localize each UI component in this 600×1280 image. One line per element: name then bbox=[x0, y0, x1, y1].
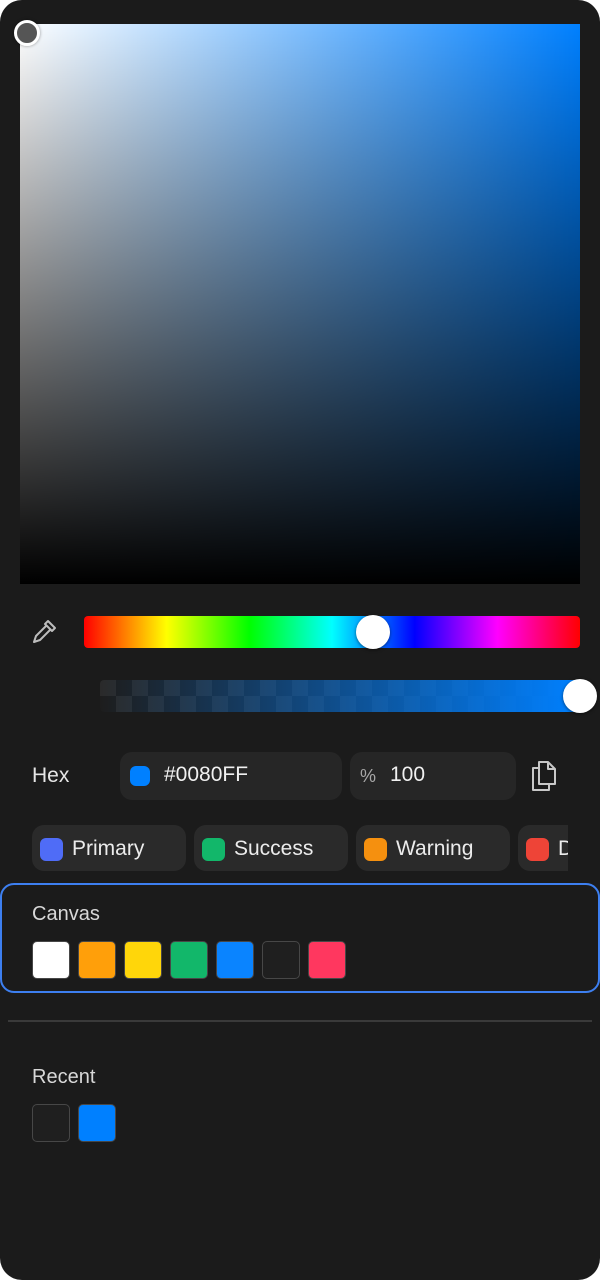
theme-color-chips: Primary Success Warning Danger bbox=[32, 825, 568, 873]
theme-chip-label: Success bbox=[234, 837, 314, 860]
theme-chip-label: Primary bbox=[72, 837, 145, 860]
hex-input[interactable]: #0080FF bbox=[120, 752, 342, 800]
canvas-swatch[interactable] bbox=[124, 941, 162, 979]
hue-slider[interactable] bbox=[84, 616, 580, 648]
canvas-swatch-row bbox=[32, 941, 346, 979]
hex-label: Hex bbox=[32, 764, 70, 787]
canvas-swatch[interactable] bbox=[32, 941, 70, 979]
canvas-swatch[interactable] bbox=[262, 941, 300, 979]
theme-chip-success[interactable]: Success bbox=[194, 825, 348, 871]
theme-chip-swatch bbox=[526, 838, 549, 861]
alpha-input[interactable]: % 100 bbox=[350, 752, 516, 800]
canvas-swatch[interactable] bbox=[170, 941, 208, 979]
theme-chip-swatch bbox=[202, 838, 225, 861]
alpha-slider[interactable] bbox=[100, 680, 580, 712]
recent-swatch[interactable] bbox=[32, 1104, 70, 1142]
canvas-swatch[interactable] bbox=[308, 941, 346, 979]
recent-swatch[interactable] bbox=[78, 1104, 116, 1142]
theme-chip-label: Danger bbox=[558, 837, 568, 860]
canvas-swatch[interactable] bbox=[78, 941, 116, 979]
canvas-colors-section: Canvas bbox=[0, 883, 600, 993]
percent-sign: % bbox=[360, 766, 377, 786]
divider bbox=[8, 1020, 592, 1022]
theme-chip-swatch bbox=[364, 838, 387, 861]
theme-chip-warning[interactable]: Warning bbox=[356, 825, 510, 871]
eyedropper-icon[interactable] bbox=[29, 617, 59, 647]
theme-chip-primary[interactable]: Primary bbox=[32, 825, 186, 871]
theme-chip-swatch bbox=[40, 838, 63, 861]
saturation-brightness-handle[interactable] bbox=[14, 20, 40, 46]
canvas-title: Canvas bbox=[32, 903, 100, 925]
saturation-brightness-area[interactable] bbox=[20, 24, 580, 584]
theme-chip-danger[interactable]: Danger bbox=[518, 825, 568, 871]
recent-title: Recent bbox=[32, 1066, 96, 1088]
current-color-swatch bbox=[130, 766, 150, 786]
hex-value[interactable]: #0080FF bbox=[164, 763, 248, 787]
theme-chip-label: Warning bbox=[396, 837, 474, 860]
alpha-value[interactable]: 100 bbox=[390, 763, 425, 787]
copy-icon[interactable] bbox=[530, 760, 558, 792]
color-picker-panel: Hex #0080FF % 100 Primary Success Warnin… bbox=[0, 0, 600, 1280]
alpha-gradient bbox=[100, 680, 580, 712]
canvas-swatch[interactable] bbox=[216, 941, 254, 979]
recent-swatch-row bbox=[32, 1104, 116, 1142]
alpha-slider-thumb[interactable] bbox=[563, 679, 597, 713]
